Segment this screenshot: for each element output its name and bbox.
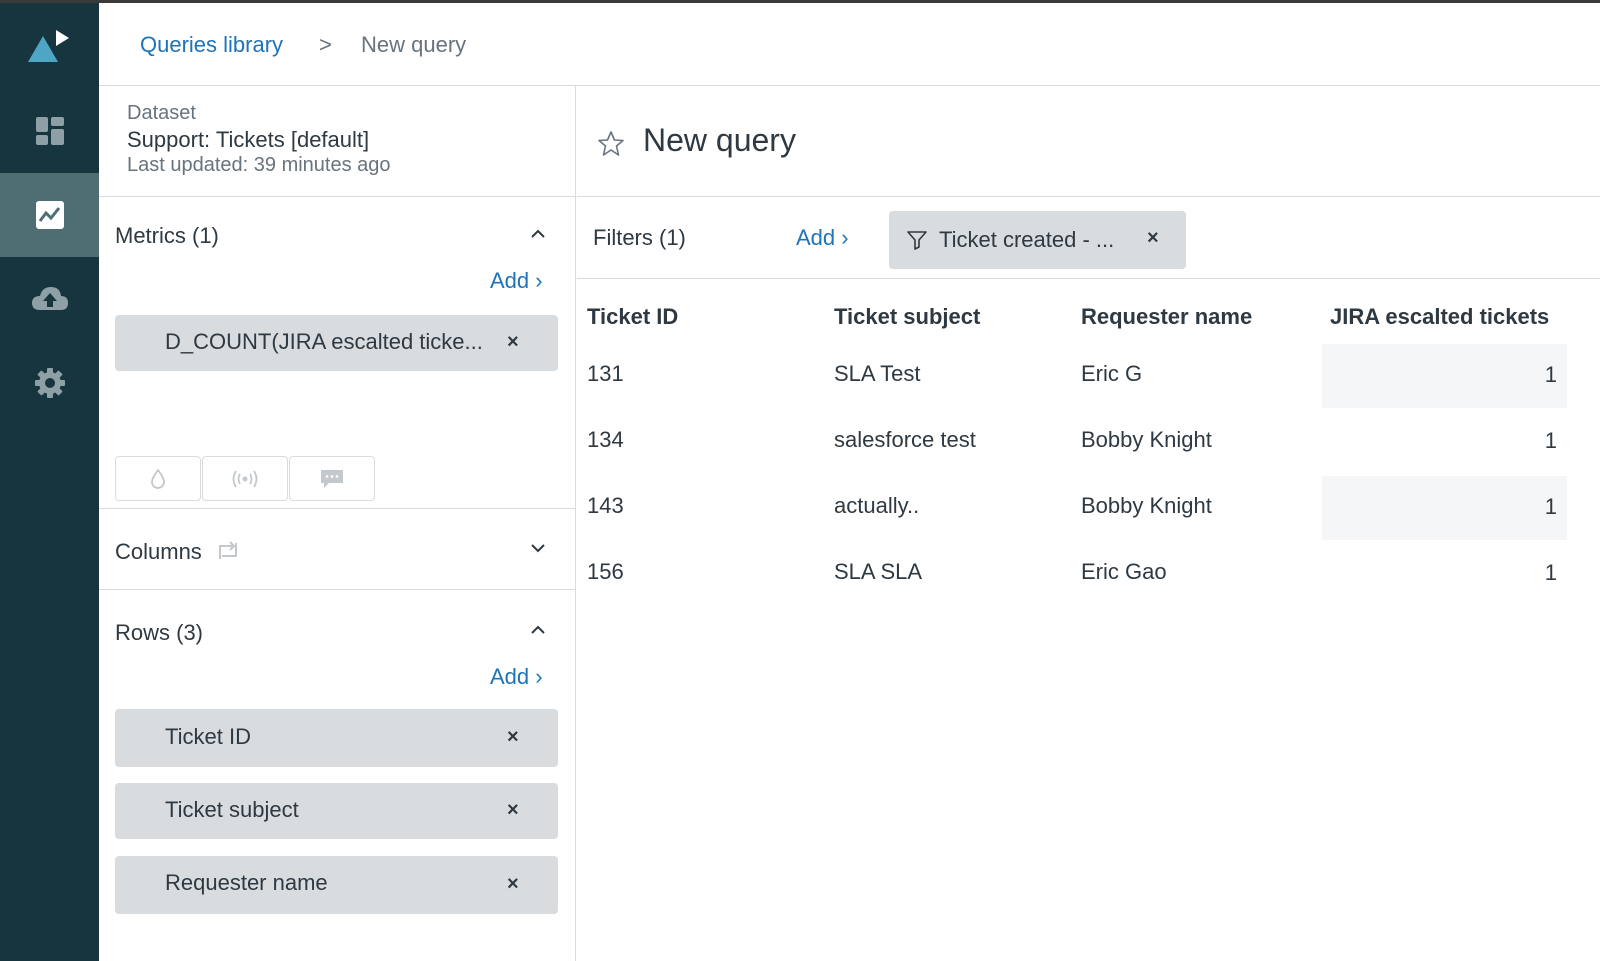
- rail-item-upload[interactable]: [0, 257, 99, 341]
- column-header[interactable]: JIRA escalted tickets: [1330, 304, 1549, 330]
- filters-add-link[interactable]: Add ›: [796, 225, 849, 251]
- column-header[interactable]: Ticket subject: [834, 304, 980, 330]
- row-pill-label: Ticket ID: [165, 724, 251, 749]
- row-pill-label: Ticket subject: [165, 797, 299, 822]
- metrics-add-link[interactable]: Add ›: [490, 268, 543, 294]
- table-cell: 1: [1544, 362, 1557, 387]
- dataset-info[interactable]: Dataset Support: Tickets [default] Last …: [99, 86, 576, 197]
- row-pill-ticket-id[interactable]: Ticket ID ×: [115, 709, 558, 767]
- query-result-area: New query Filters (1) Add › Ticket creat…: [577, 86, 1600, 961]
- table-cell: 1: [1544, 428, 1557, 453]
- filters-label: Filters (1): [593, 225, 686, 250]
- visualization-button-comment[interactable]: [289, 456, 375, 501]
- metric-remove-button[interactable]: ×: [507, 331, 519, 354]
- table-cell: 156: [587, 559, 624, 584]
- table-cell: actually..: [834, 493, 920, 518]
- filter-icon: [907, 231, 927, 250]
- row-pill-requester-name[interactable]: Requester name ×: [115, 856, 558, 914]
- chevron-up-icon[interactable]: [529, 225, 547, 243]
- settings-icon: [34, 368, 65, 398]
- breadcrumb: Queries library > New query: [99, 3, 1600, 86]
- filter-remove-button[interactable]: ×: [1147, 227, 1159, 250]
- visualization-button-broadcast[interactable]: [202, 456, 288, 501]
- table-cell: SLA Test: [834, 361, 921, 386]
- app-logo[interactable]: [0, 3, 99, 89]
- table-cell: 131: [587, 361, 624, 386]
- dataset-label: Dataset: [127, 102, 196, 124]
- table-row[interactable]: 131 SLA Test Eric G 1: [577, 344, 1600, 408]
- columns-title: Columns: [115, 539, 202, 564]
- rail-item-reports[interactable]: [0, 173, 99, 257]
- rows-title: Rows (3): [115, 620, 204, 645]
- table-cell: salesforce test: [834, 427, 976, 452]
- chevron-up-icon[interactable]: [529, 621, 547, 639]
- dataset-name: Support: Tickets [default]: [127, 127, 370, 152]
- row-remove-button[interactable]: ×: [507, 726, 519, 749]
- breadcrumb-current: New query: [361, 32, 467, 57]
- breadcrumb-separator: >: [319, 32, 332, 57]
- table-cell: 134: [587, 427, 624, 452]
- table-cell: 1: [1544, 560, 1557, 585]
- table-row[interactable]: 143 actually.. Bobby Knight 1: [577, 476, 1600, 540]
- rail-item-settings[interactable]: [0, 341, 99, 425]
- chevron-down-icon[interactable]: [529, 539, 547, 557]
- metric-pill[interactable]: D_COUNT(JIRA escalted ticke... ×: [115, 315, 558, 371]
- section-divider: [99, 508, 576, 509]
- table-cell: Bobby Knight: [1081, 493, 1212, 518]
- drop-icon: [151, 467, 165, 489]
- table-cell: Eric Gao: [1081, 559, 1167, 584]
- upload-icon: [31, 287, 68, 310]
- query-title-bar: New query: [577, 86, 1600, 197]
- section-divider: [99, 589, 576, 590]
- row-remove-button[interactable]: ×: [507, 873, 519, 896]
- broadcast-icon: [232, 470, 258, 487]
- page-title[interactable]: New query: [643, 122, 796, 159]
- table-cell: 1: [1544, 494, 1557, 519]
- metric-pill-label: D_COUNT(JIRA escalted ticke...: [165, 329, 483, 354]
- logo-icon: [28, 30, 69, 62]
- row-remove-button[interactable]: ×: [507, 799, 519, 822]
- rail-item-dashboards[interactable]: [0, 89, 99, 173]
- app-navigation-rail: [0, 3, 99, 961]
- filter-pill-label: Ticket created - ...: [939, 227, 1115, 252]
- visualization-button-drop[interactable]: [115, 456, 201, 501]
- reports-icon: [35, 201, 64, 229]
- star-icon[interactable]: [597, 130, 625, 158]
- filters-bar: Filters (1) Add › Ticket created - ... ×: [577, 197, 1600, 279]
- dataset-last-updated: Last updated: 39 minutes ago: [127, 154, 391, 176]
- rows-add-link[interactable]: Add ›: [490, 664, 543, 690]
- comment-icon: [321, 469, 343, 488]
- query-builder-panel: Dataset Support: Tickets [default] Last …: [99, 86, 576, 961]
- table-row[interactable]: 156 SLA SLA Eric Gao 1: [577, 542, 1600, 606]
- breadcrumb-queries-library-link[interactable]: Queries library: [140, 32, 283, 58]
- table-cell: Bobby Knight: [1081, 427, 1212, 452]
- table-cell: Eric G: [1081, 361, 1143, 386]
- table-cell: SLA SLA: [834, 559, 923, 584]
- swap-icon[interactable]: [215, 538, 241, 564]
- column-header[interactable]: Requester name: [1081, 304, 1252, 330]
- table-cell: 143: [587, 493, 624, 518]
- dashboard-icon: [35, 117, 64, 145]
- column-header[interactable]: Ticket ID: [587, 304, 678, 330]
- table-row[interactable]: 134 salesforce test Bobby Knight 1: [577, 410, 1600, 474]
- metrics-title: Metrics (1): [115, 223, 219, 248]
- filter-pill[interactable]: Ticket created - ... ×: [889, 211, 1186, 269]
- row-pill-label: Requester name: [165, 870, 328, 895]
- row-pill-ticket-subject[interactable]: Ticket subject ×: [115, 783, 558, 839]
